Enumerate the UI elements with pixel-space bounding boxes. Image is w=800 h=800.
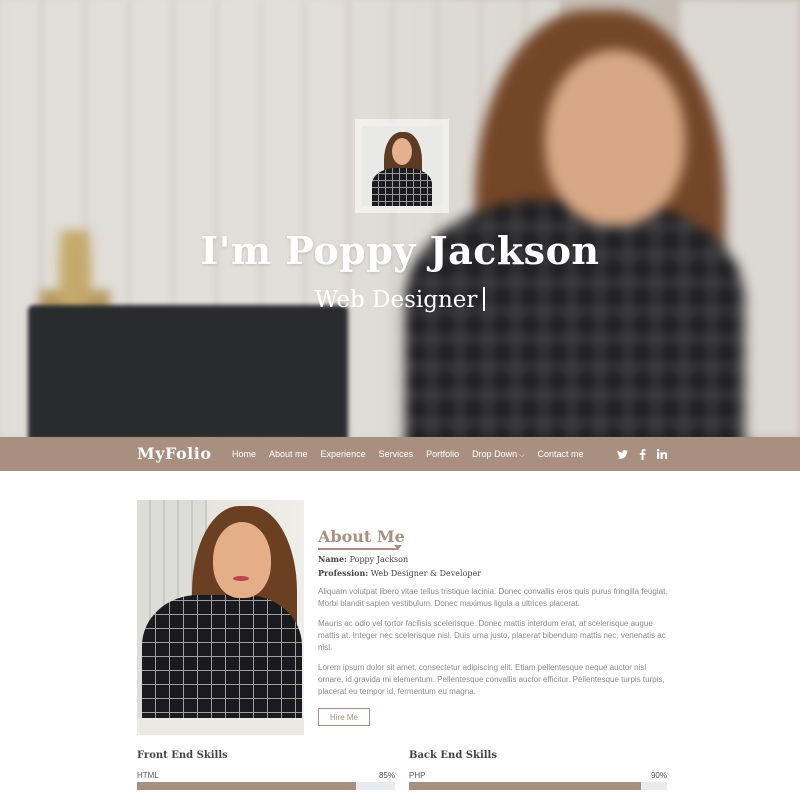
about-photo (137, 500, 304, 735)
about-paragraph: Lorem ipsum dolor sit amet, consectetur … (318, 663, 665, 696)
back-end-skills: Back End Skills PHP 90% (409, 750, 667, 790)
name-line: Name: Poppy Jackson (318, 554, 668, 564)
hero-title: I'm Poppy Jackson (200, 228, 600, 273)
title-underline-decoration (318, 545, 402, 550)
profession-line: Profession: Web Designer & Developer (318, 568, 668, 578)
typing-cursor (483, 287, 486, 311)
skill-name: PHP (409, 771, 426, 780)
navbar: MyFolio Home About me Experience Service… (0, 437, 800, 471)
about-title-text: About Me (318, 527, 405, 546)
hero-overlay (0, 0, 800, 437)
avatar-photo (362, 126, 442, 206)
hire-me-button[interactable]: Hire Me (318, 708, 370, 726)
avatar (355, 119, 449, 213)
nav-services[interactable]: Services (379, 449, 414, 459)
nav-home[interactable]: Home (232, 449, 256, 459)
skill-progress-track (137, 782, 395, 790)
skill-row: PHP 90% (409, 771, 667, 781)
skills-heading: Back End Skills (409, 750, 497, 761)
nav-experience[interactable]: Experience (321, 449, 366, 459)
about-paragraph: Mauris ac odio vel tortor facilisis scel… (318, 619, 666, 652)
nav-drop-down-label: Drop Down (472, 448, 518, 459)
nav-drop-down[interactable]: Drop Down ⌵ (472, 449, 524, 460)
name-value: Poppy Jackson (349, 555, 409, 564)
nav-about-me[interactable]: About me (269, 449, 308, 459)
skills-heading: Front End Skills (137, 750, 228, 761)
social-links (617, 437, 667, 471)
skill-percent: 85% (378, 771, 395, 780)
about-title: About Me (318, 527, 405, 550)
linkedin-icon[interactable] (657, 449, 667, 459)
skill-progress-track (409, 782, 667, 790)
skill-row: HTML 85% (137, 771, 395, 781)
about-paragraph: Aliquam volutpat libero vitae tellus tri… (318, 587, 668, 608)
skill-progress-fill (409, 782, 642, 790)
nav-contact-me[interactable]: Contact me (537, 449, 583, 459)
skill-progress-fill (137, 782, 357, 790)
profession-label: Profession: (318, 568, 369, 578)
profession-value: Web Designer & Developer (370, 569, 482, 578)
nav-links: Home About me Experience Services Portfo… (232, 437, 597, 471)
name-label: Name: (318, 554, 348, 564)
skill-name: HTML (137, 771, 159, 780)
chevron-down-icon: ⌵ (519, 451, 525, 459)
hero-subtitle: Web Designer (0, 287, 800, 313)
nav-portfolio[interactable]: Portfolio (426, 449, 459, 459)
about-section: About Me Name: Poppy Jackson Profession:… (318, 527, 668, 726)
hero-section: I'm Poppy Jackson Web Designer (0, 0, 800, 437)
twitter-icon[interactable] (617, 449, 628, 459)
front-end-skills: Front End Skills HTML 85% (137, 750, 395, 790)
hero-subtitle-text: Web Designer (314, 287, 478, 313)
brand-logo[interactable]: MyFolio (137, 444, 212, 463)
facebook-icon[interactable] (639, 448, 646, 460)
skill-percent: 90% (650, 771, 667, 780)
